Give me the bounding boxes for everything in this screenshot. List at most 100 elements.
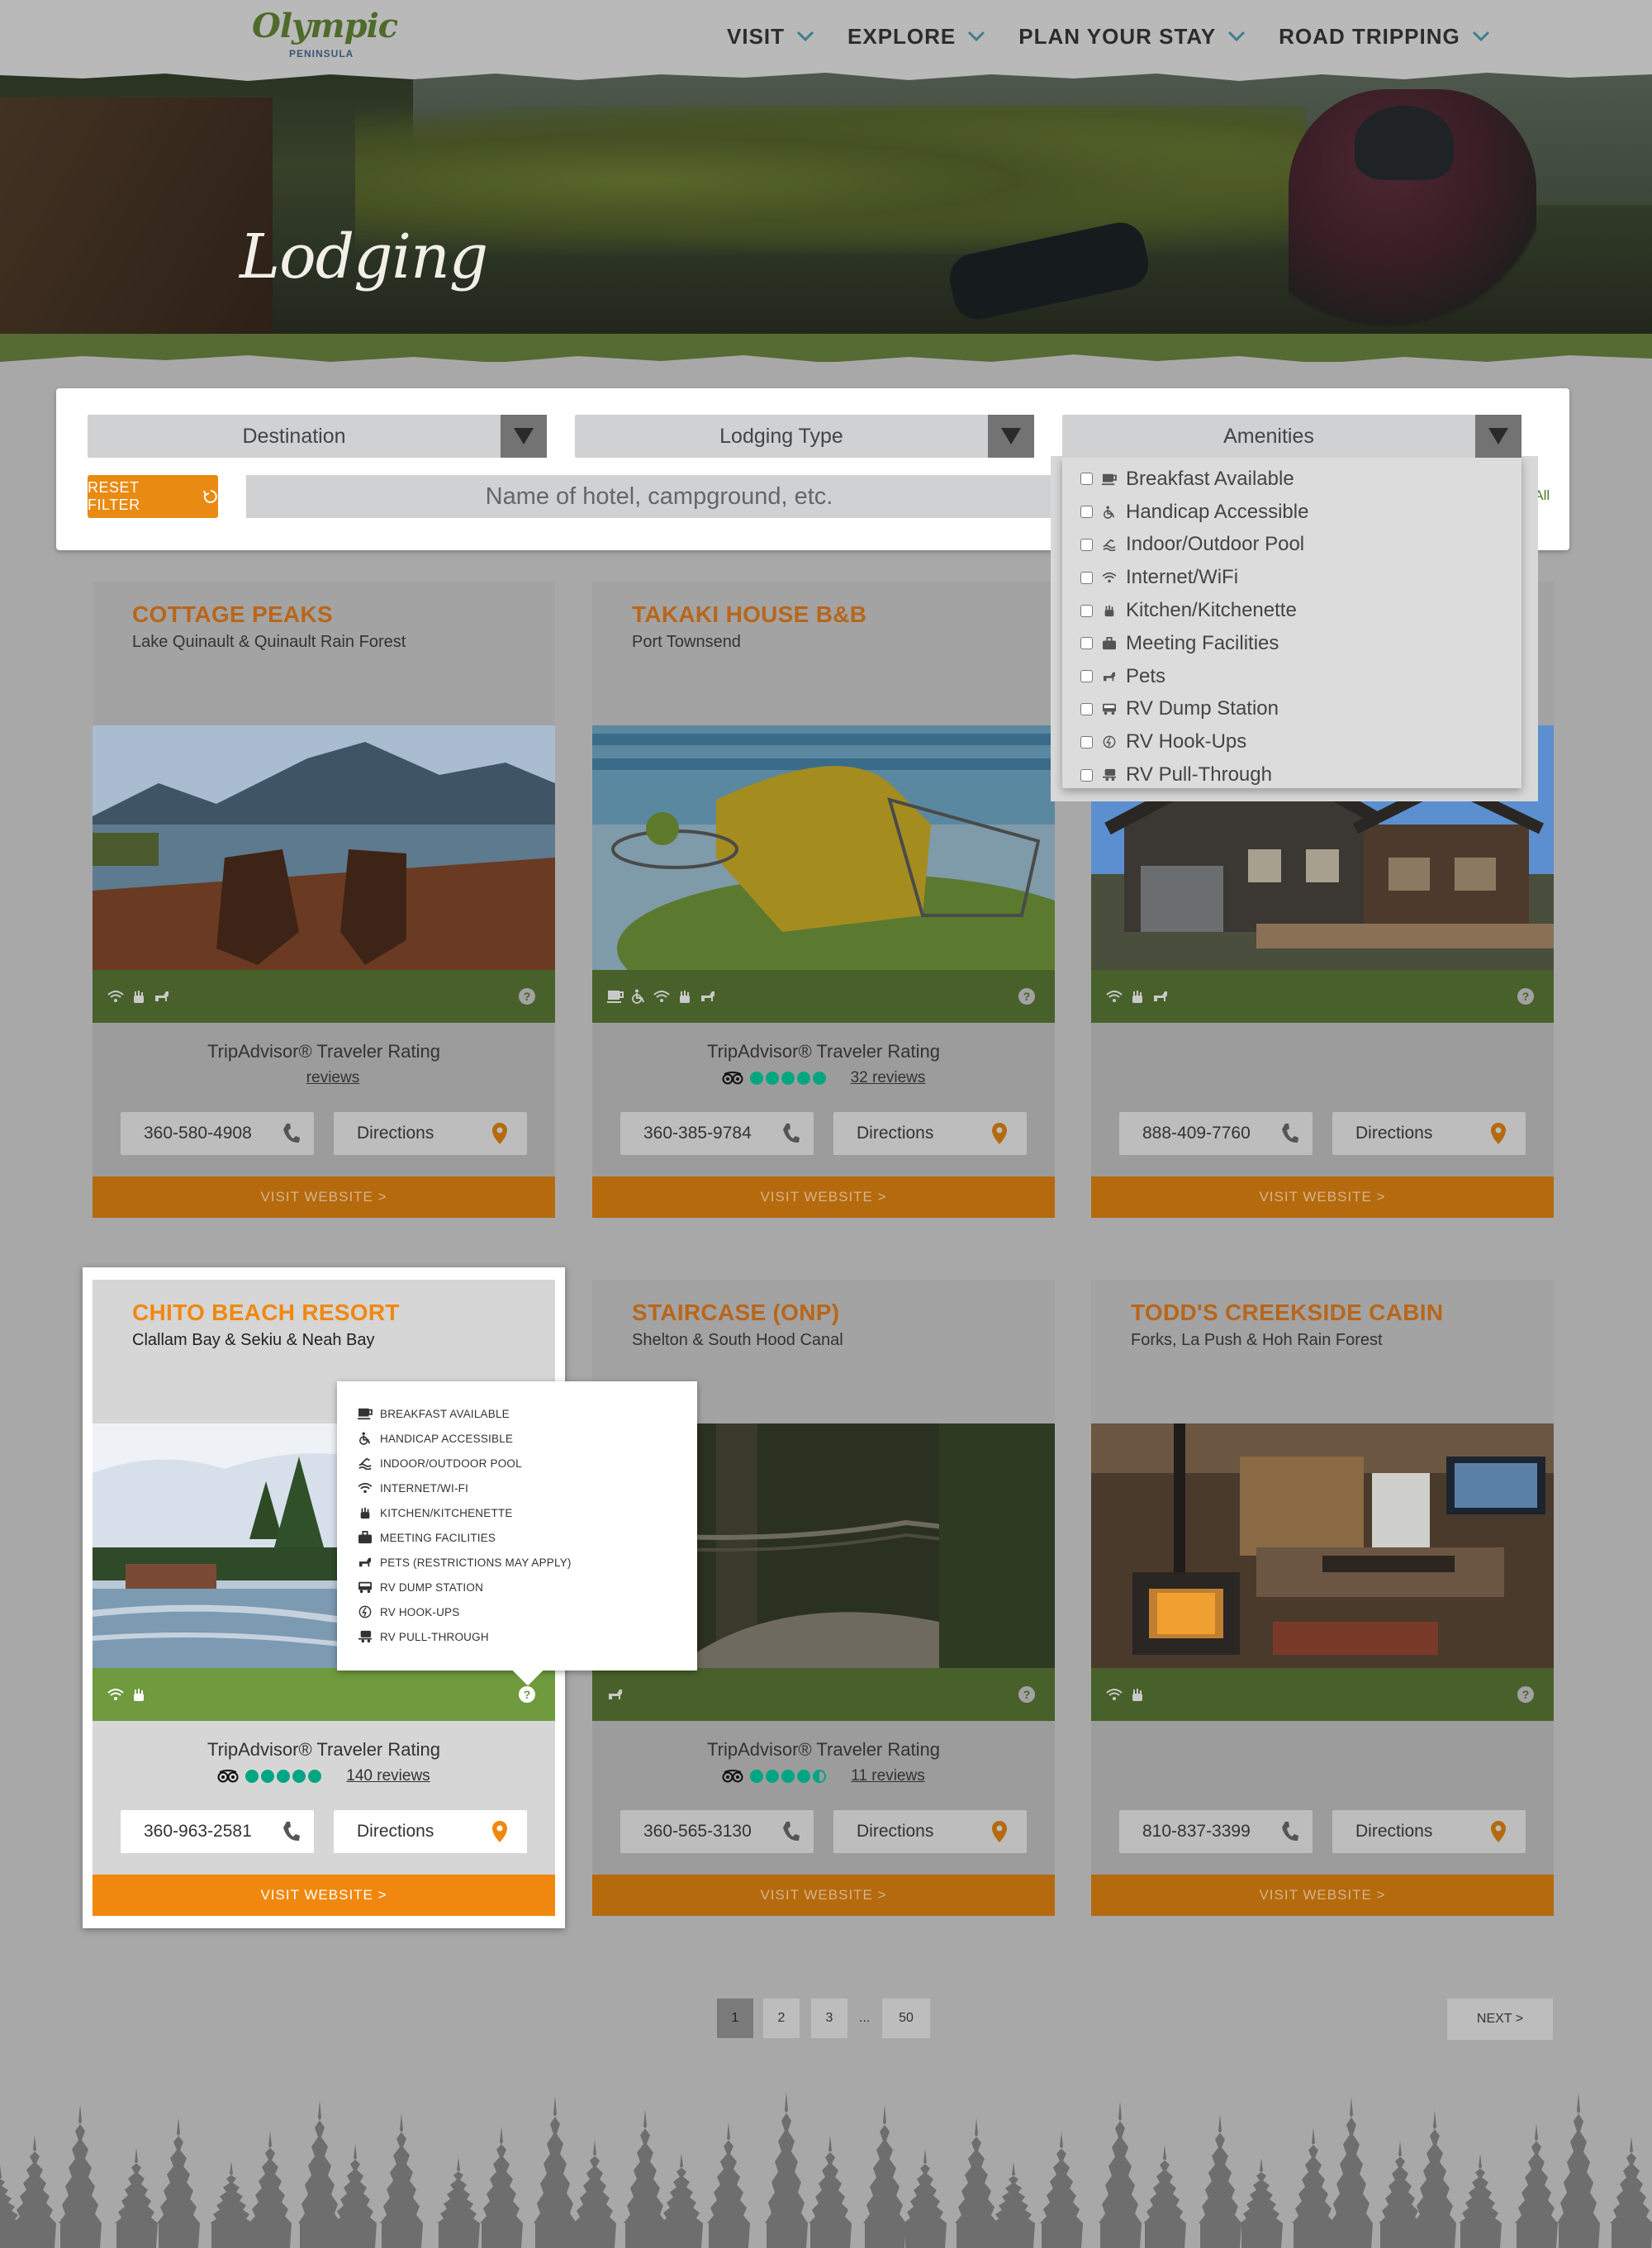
- rv-pull-icon: [357, 1628, 373, 1645]
- amenity-checkbox[interactable]: [1080, 702, 1093, 715]
- kitchen-icon: [357, 1504, 373, 1521]
- search-input[interactable]: [246, 475, 1072, 518]
- page-2-button[interactable]: 2: [763, 1998, 800, 2038]
- phone-number: 360-580-4908: [144, 1124, 252, 1143]
- amenity-help-icon[interactable]: ?: [1018, 1686, 1035, 1703]
- card-title[interactable]: STAIRCASE (ONP): [632, 1300, 839, 1326]
- dog-icon: [1101, 668, 1118, 685]
- visit-website-button[interactable]: VISIT WEBSITE >: [93, 1875, 555, 1916]
- card-photo[interactable]: [592, 725, 1055, 970]
- rv-icon: [1101, 701, 1118, 717]
- directions-button[interactable]: Directions: [334, 1112, 527, 1155]
- amenity-option[interactable]: Kitchen/Kitchenette: [1062, 594, 1521, 627]
- page-3-button[interactable]: 3: [811, 1998, 847, 2038]
- phone-icon: [783, 1124, 800, 1143]
- amenity-checkbox[interactable]: [1080, 604, 1093, 617]
- amenity-checkbox[interactable]: [1080, 735, 1093, 749]
- amenity-help-icon[interactable]: ?: [1517, 1686, 1534, 1703]
- hero-banner: [0, 73, 1652, 339]
- directions-button[interactable]: Directions: [833, 1112, 1027, 1155]
- visit-website-button[interactable]: VISIT WEBSITE >: [93, 1176, 555, 1218]
- card-photo[interactable]: [1091, 1423, 1554, 1668]
- amenities-select[interactable]: Amenities: [1062, 415, 1521, 458]
- amenity-checkbox[interactable]: [1080, 571, 1093, 584]
- reviews-link[interactable]: 11 reviews: [851, 1767, 924, 1785]
- card-title[interactable]: CHITO BEACH RESORT: [132, 1300, 400, 1326]
- amenity-checkbox[interactable]: [1080, 473, 1093, 486]
- amenity-help-icon[interactable]: ?: [519, 988, 535, 1005]
- amenity-checkbox[interactable]: [1080, 670, 1093, 683]
- next-page-button[interactable]: NEXT >: [1447, 1998, 1553, 2040]
- visit-website-button[interactable]: VISIT WEBSITE >: [592, 1176, 1055, 1218]
- destination-select[interactable]: Destination: [88, 415, 547, 458]
- rating-dot: [796, 1072, 810, 1085]
- card-amenity-icons: [607, 1686, 624, 1703]
- directions-label: Directions: [1355, 1124, 1433, 1143]
- reviews-link[interactable]: 32 reviews: [851, 1069, 926, 1087]
- amenity-option-label: RV Dump Station: [1126, 697, 1279, 720]
- amenity-option[interactable]: Handicap Accessible: [1062, 496, 1521, 529]
- reset-filter-label: RESET FILTER: [88, 479, 140, 513]
- directions-button[interactable]: Directions: [1332, 1112, 1526, 1155]
- directions-label: Directions: [357, 1822, 434, 1841]
- visit-website-button[interactable]: VISIT WEBSITE >: [1091, 1176, 1554, 1218]
- reviews-link[interactable]: reviews: [306, 1069, 359, 1087]
- page-1-button[interactable]: 1: [717, 1998, 753, 2038]
- card-amenity-icons: [107, 1686, 147, 1703]
- card-amenity-icons: [1106, 1686, 1146, 1703]
- phone-button[interactable]: 810-837-3399: [1119, 1810, 1313, 1853]
- amenity-checkbox[interactable]: [1080, 768, 1093, 782]
- amenity-option[interactable]: Indoor/Outdoor Pool: [1062, 529, 1521, 562]
- nav-plan-label: PLAN YOUR STAY: [1018, 23, 1217, 49]
- amenity-option[interactable]: Internet/WiFi: [1062, 561, 1521, 594]
- directions-button[interactable]: Directions: [833, 1810, 1027, 1853]
- nav-explore[interactable]: EXPLORE: [847, 24, 985, 50]
- phone-button[interactable]: 360-385-9784: [620, 1112, 814, 1155]
- plug-icon: [357, 1604, 373, 1620]
- rating-label: TripAdvisor® Traveler Rating: [707, 1739, 940, 1760]
- amenity-checkbox[interactable]: [1080, 637, 1093, 650]
- lodging-card: TODD'S CREEKSIDE CABIN Forks, La Push & …: [1091, 1280, 1554, 1916]
- amenity-help-icon[interactable]: ?: [519, 1686, 535, 1703]
- directions-button[interactable]: Directions: [334, 1810, 527, 1853]
- amenity-option[interactable]: Breakfast Available: [1062, 463, 1521, 496]
- visit-website-button[interactable]: VISIT WEBSITE >: [1091, 1875, 1554, 1916]
- phone-icon: [1282, 1124, 1298, 1143]
- card-title[interactable]: TAKAKI HOUSE B&B: [632, 601, 866, 628]
- rating-label: TripAdvisor® Traveler Rating: [707, 1041, 940, 1062]
- nav-visit[interactable]: VISIT: [727, 24, 814, 50]
- amenity-checkbox[interactable]: [1080, 538, 1093, 551]
- amenity-option[interactable]: Meeting Facilities: [1062, 627, 1521, 660]
- amenity-help-icon[interactable]: ?: [1018, 988, 1035, 1005]
- reset-filter-button[interactable]: RESET FILTER: [88, 475, 218, 518]
- kitchen-icon: [1101, 602, 1118, 619]
- card-photo[interactable]: [93, 725, 555, 970]
- amenity-option[interactable]: RV Dump Station: [1062, 693, 1521, 726]
- reviews-link[interactable]: 140 reviews: [346, 1767, 430, 1785]
- phone-button[interactable]: 888-409-7760: [1119, 1112, 1313, 1155]
- amenity-help-icon[interactable]: ?: [1517, 988, 1534, 1005]
- wheelchair-icon: [630, 988, 647, 1005]
- lodging-type-select[interactable]: Lodging Type: [575, 415, 1034, 458]
- nav-explore-label: EXPLORE: [847, 23, 957, 49]
- card-title[interactable]: COTTAGE PEAKS: [132, 601, 333, 628]
- amenity-checkbox[interactable]: [1080, 506, 1093, 519]
- rating-dot: [797, 1770, 811, 1783]
- amenity-option[interactable]: RV Pull-Through: [1062, 758, 1521, 791]
- card-location: Clallam Bay & Sekiu & Neah Bay: [132, 1331, 375, 1349]
- site-logo[interactable]: Olympic PENINSULA: [252, 7, 398, 64]
- wifi-icon: [107, 988, 124, 1005]
- phone-button[interactable]: 360-963-2581: [121, 1810, 314, 1853]
- amenity-option[interactable]: Pets: [1062, 660, 1521, 693]
- amenity-option[interactable]: RV Hook-Ups: [1062, 725, 1521, 758]
- phone-button[interactable]: 360-580-4908: [121, 1112, 314, 1155]
- page-last-button[interactable]: 50: [882, 1998, 930, 2038]
- coffee-icon: [1101, 471, 1118, 487]
- rating-dots: [245, 1770, 322, 1783]
- card-title[interactable]: TODD'S CREEKSIDE CABIN: [1131, 1300, 1443, 1326]
- visit-website-button[interactable]: VISIT WEBSITE >: [592, 1875, 1055, 1916]
- nav-road-tripping[interactable]: ROAD TRIPPING: [1279, 24, 1490, 50]
- phone-button[interactable]: 360-565-3130: [620, 1810, 814, 1853]
- nav-plan-your-stay[interactable]: PLAN YOUR STAY: [1018, 24, 1246, 50]
- directions-button[interactable]: Directions: [1332, 1810, 1526, 1853]
